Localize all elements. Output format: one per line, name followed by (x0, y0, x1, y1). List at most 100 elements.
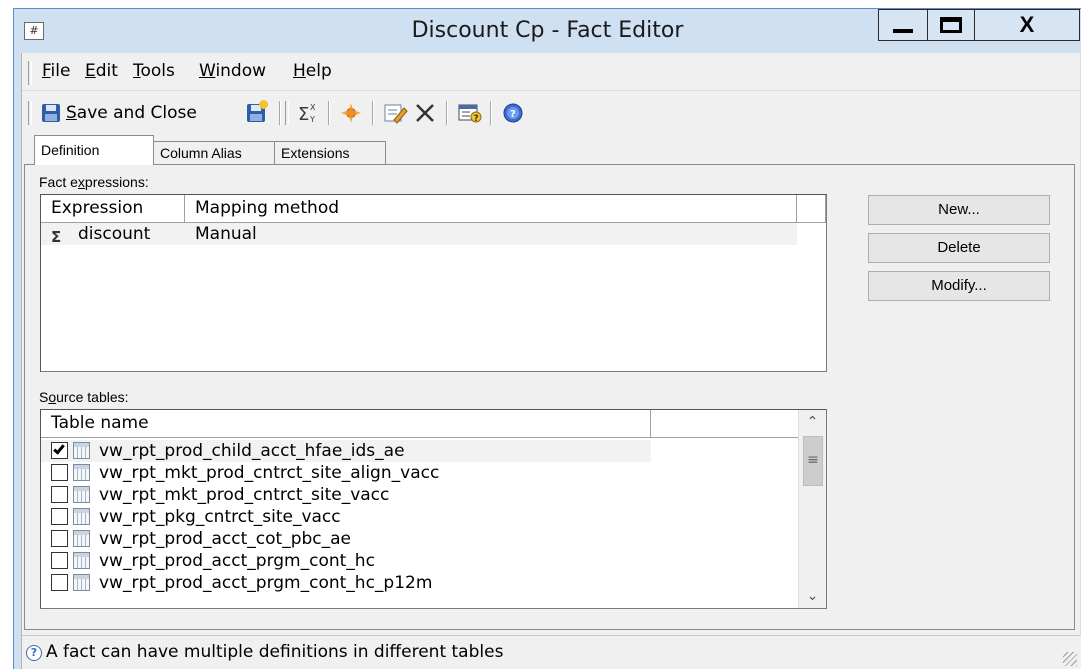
table-checkbox[interactable] (51, 486, 68, 503)
table-row[interactable]: vw_rpt_prod_child_acct_hfae_ids_ae (41, 440, 651, 462)
menu-help[interactable]: Help (293, 61, 332, 81)
table-name: vw_rpt_prod_acct_prgm_cont_hc (99, 551, 375, 571)
menu-grip[interactable] (28, 61, 32, 85)
svg-text:Y: Y (309, 115, 315, 124)
delete-expression-button[interactable]: Delete (868, 233, 1050, 263)
table-row[interactable]: vw_rpt_prod_acct_prgm_cont_hc_p12m (41, 572, 651, 594)
title-bar[interactable]: # Discount Cp - Fact Editor X (14, 9, 1081, 53)
toolbar-separator (446, 101, 448, 125)
help-icon: ? (503, 103, 523, 123)
maximize-button[interactable] (927, 9, 975, 41)
sparkle-button[interactable] (340, 101, 362, 125)
minimize-icon (893, 29, 913, 33)
expression-row[interactable]: Σ discount Manual (41, 223, 797, 246)
maximize-icon (940, 17, 962, 33)
resize-grip-icon[interactable] (1063, 652, 1077, 666)
new-button[interactable]: New... (868, 195, 1050, 225)
table-row[interactable]: vw_rpt_prod_acct_prgm_cont_hc (41, 550, 651, 572)
table-icon (73, 552, 90, 569)
delete-icon (416, 104, 434, 122)
toolbar: Save and Close Σ X Y ? ? (22, 93, 1081, 131)
toolbar-grip-2[interactable] (285, 101, 289, 125)
source-tables-scrollbar[interactable]: ⌃ ≡ ⌄ (798, 410, 826, 608)
close-icon: X (1019, 12, 1035, 37)
svg-text:Σ: Σ (298, 104, 309, 125)
status-text: A fact can have multiple definitions in … (46, 642, 504, 662)
column-header-mapping-method[interactable]: Mapping method (185, 195, 797, 223)
save-and-close-button[interactable]: Save and Close (42, 101, 197, 125)
table-name: vw_rpt_prod_acct_cot_pbc_ae (99, 529, 352, 549)
table-checkbox[interactable] (51, 442, 68, 459)
tab-column-alias[interactable]: Column Alias (153, 141, 275, 165)
tab-definition[interactable]: Definition (34, 135, 154, 165)
svg-text:X: X (310, 103, 316, 112)
table-icon (73, 508, 90, 525)
table-row[interactable]: vw_rpt_prod_acct_cot_pbc_ae (41, 528, 651, 550)
table-name: vw_rpt_prod_acct_prgm_cont_hc_p12m (99, 573, 433, 593)
table-icon (73, 442, 90, 459)
sigma-expression-icon: Σ X Y (298, 103, 316, 125)
properties-icon: ? (458, 104, 482, 124)
modify-button[interactable]: Modify... (868, 271, 1050, 301)
status-bar: ? A fact can have multiple definitions i… (22, 635, 1081, 669)
svg-text:?: ? (510, 109, 516, 120)
editor-content: File Edit Tools Window Help Save and Clo… (21, 53, 1081, 669)
minimize-button[interactable] (878, 9, 928, 41)
column-header-spacer (651, 410, 799, 438)
sigma-icon: Σ (51, 228, 62, 246)
table-row[interactable]: vw_rpt_mkt_prod_cntrct_site_vacc (41, 484, 651, 506)
table-name: vw_rpt_pkg_cntrct_site_vacc (99, 507, 341, 527)
expression-cell: discount (78, 224, 151, 244)
menu-window[interactable]: Window (199, 61, 266, 81)
sparkle-icon (341, 103, 361, 123)
toolbar-separator (372, 101, 374, 125)
table-icon (73, 464, 90, 481)
table-checkbox[interactable] (51, 552, 68, 569)
mapping-method-cell: Manual (195, 224, 257, 244)
table-checkbox[interactable] (51, 530, 68, 547)
scroll-up-icon[interactable]: ⌃ (799, 410, 826, 434)
toolbar-separator (490, 101, 492, 125)
menu-bar: File Edit Tools Window Help (22, 53, 1081, 91)
help-button[interactable]: ? (502, 101, 524, 125)
menu-file[interactable]: File (42, 61, 70, 81)
table-icon (73, 574, 90, 591)
tab-extensions[interactable]: Extensions (274, 141, 386, 165)
menu-tools[interactable]: Tools (133, 61, 175, 81)
properties-button[interactable]: ? (458, 101, 482, 125)
table-checkbox[interactable] (51, 574, 68, 591)
definition-panel: Fact expressions: Expression Mapping met… (24, 164, 1075, 630)
scroll-thumb[interactable]: ≡ (803, 436, 823, 486)
delete-button[interactable] (414, 101, 436, 125)
scroll-down-icon[interactable]: ⌄ (799, 584, 826, 608)
edit-icon (384, 104, 408, 124)
table-icon (73, 486, 90, 503)
table-checkbox[interactable] (51, 508, 68, 525)
column-header-spacer (797, 195, 826, 223)
column-header-expression[interactable]: Expression (41, 195, 185, 223)
toolbar-grip[interactable] (28, 101, 32, 125)
source-tables-label: Source tables: (39, 389, 129, 405)
save-new-button[interactable] (247, 100, 268, 125)
fact-expressions-label: Fact expressions: (39, 174, 149, 190)
table-row[interactable]: vw_rpt_pkg_cntrct_site_vacc (41, 506, 651, 528)
table-icon (73, 530, 90, 547)
table-checkbox[interactable] (51, 464, 68, 481)
column-header-table-name[interactable]: Table name (41, 410, 651, 438)
sigma-expression-button[interactable]: Σ X Y (297, 101, 321, 125)
toolbar-separator (328, 101, 330, 125)
save-icon (42, 104, 60, 122)
svg-text:?: ? (474, 114, 479, 124)
fact-editor-window: # Discount Cp - Fact Editor X File Edit … (13, 8, 1081, 669)
edit-button[interactable] (384, 101, 408, 125)
fact-expressions-list[interactable]: Expression Mapping method Σ discount Man… (40, 194, 827, 372)
close-button[interactable]: X (974, 9, 1080, 41)
table-name: vw_rpt_mkt_prod_cntrct_site_vacc (99, 485, 390, 505)
table-name: vw_rpt_mkt_prod_cntrct_site_align_vacc (99, 463, 440, 483)
menu-edit[interactable]: Edit (85, 61, 118, 81)
toolbar-separator (279, 101, 281, 125)
save-new-icon (247, 100, 268, 122)
source-tables-list[interactable]: Table name vw_rpt_prod_child_acct_hfae_i… (40, 409, 827, 609)
info-icon: ? (26, 645, 42, 661)
table-row[interactable]: vw_rpt_mkt_prod_cntrct_site_align_vacc (41, 462, 651, 484)
